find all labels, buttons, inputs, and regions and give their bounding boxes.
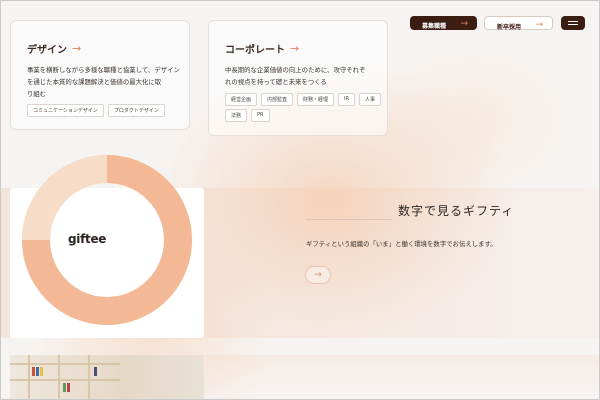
book: [32, 367, 35, 376]
shelf-board: [10, 379, 120, 381]
book: [94, 367, 97, 376]
photo-wall: [205, 355, 600, 400]
arrow-right-icon: →: [314, 270, 322, 280]
shelf-board: [10, 363, 120, 365]
heading-divider: [306, 219, 392, 220]
donut-graphic: [22, 155, 192, 325]
numbers-subtitle: ギフティという組織の「いま」と働く環境を数字でお伝えします。: [306, 240, 497, 248]
giftee-logo: giftee: [68, 232, 107, 246]
book: [40, 367, 43, 376]
shelf-post: [58, 355, 60, 400]
book: [67, 383, 70, 392]
numbers-more-button[interactable]: →: [305, 266, 331, 284]
book: [36, 367, 39, 376]
shelf-post: [88, 355, 90, 400]
office-photo: [10, 355, 204, 400]
shelf-post: [28, 355, 30, 400]
numbers-heading: 数字で見るギフティ: [398, 204, 515, 218]
book: [63, 383, 66, 392]
